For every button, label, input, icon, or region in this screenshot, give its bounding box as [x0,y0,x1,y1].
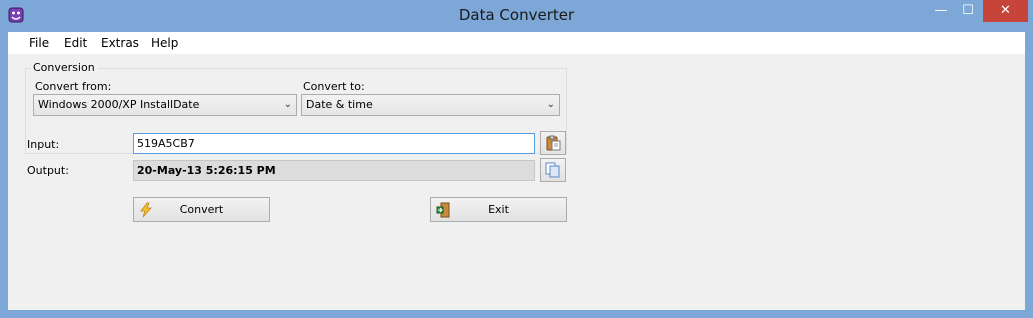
lightning-icon [140,202,152,218]
menu-extras[interactable]: Extras [101,36,139,50]
output-field: 20-May-13 5:26:15 PM [133,160,535,181]
menu-help[interactable]: Help [151,36,178,50]
maximize-button[interactable]: ☐ [955,0,981,22]
input-label: Input: [27,138,60,151]
paste-button[interactable] [540,131,566,155]
exit-button[interactable]: Exit [430,197,567,222]
convert-to-value: Date & time [306,98,373,111]
menu-bar: File Edit Extras Help [8,32,1025,55]
convert-from-value: Windows 2000/XP InstallDate [38,98,200,111]
app-window: Data Converter — ☐ ✕ File Edit Extras He… [0,0,1033,318]
chevron-down-icon: ⌄ [546,99,555,110]
exit-button-label: Exit [488,203,509,216]
input-field[interactable]: 519A5CB7 [133,133,535,154]
convert-button-label: Convert [179,203,224,216]
paste-icon [546,135,561,151]
title-bar[interactable]: Data Converter — ☐ ✕ [0,0,1033,32]
copy-icon [545,162,560,178]
minimize-button[interactable]: — [928,0,954,22]
output-label: Output: [27,164,69,177]
convert-to-label: Convert to: [303,80,365,93]
menu-edit[interactable]: Edit [64,36,87,50]
convert-from-select[interactable]: Windows 2000/XP InstallDate ⌄ [33,94,297,116]
exit-door-icon [436,202,450,218]
conversion-group-title: Conversion [30,61,98,74]
close-button[interactable]: ✕ [983,0,1028,22]
convert-from-label: Convert from: [35,80,112,93]
client-area: File Edit Extras Help Conversion Convert… [8,32,1025,310]
window-title: Data Converter [458,6,575,24]
chevron-down-icon: ⌄ [283,99,292,110]
convert-button[interactable]: Convert [133,197,270,222]
menu-file[interactable]: File [29,36,49,50]
convert-to-select[interactable]: Date & time ⌄ [301,94,560,116]
copy-button[interactable] [540,158,566,182]
